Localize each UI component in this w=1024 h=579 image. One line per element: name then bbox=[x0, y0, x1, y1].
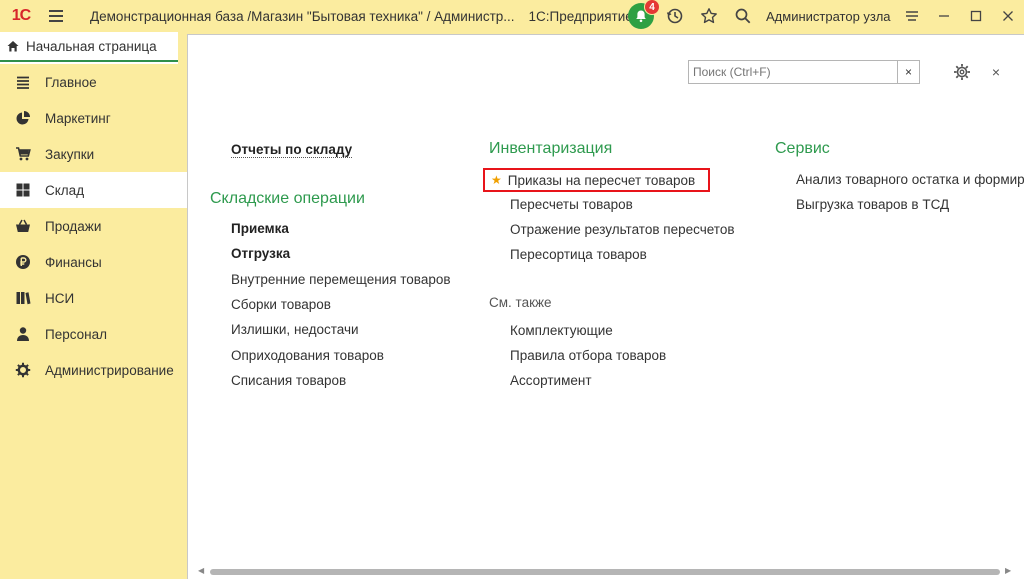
sidebar-item-label: Финансы bbox=[45, 254, 102, 270]
sidebar-item-finance[interactable]: Финансы bbox=[0, 244, 187, 280]
horizontal-scrollbar[interactable]: ◀ ▶ bbox=[188, 564, 1024, 578]
link-components[interactable]: Комплектующие bbox=[510, 323, 613, 338]
sidebar-item-label: Маркетинг bbox=[45, 110, 111, 126]
ruble-coin-icon bbox=[14, 253, 32, 271]
favorite-star-icon[interactable]: ★ bbox=[491, 173, 502, 187]
books-icon bbox=[14, 289, 32, 307]
link-recount-results[interactable]: Отражение результатов пересчетов bbox=[510, 222, 735, 237]
sidebar-item-label: Администрирование bbox=[45, 362, 174, 378]
home-icon bbox=[0, 39, 26, 53]
app-name: 1С:Предприятие bbox=[528, 8, 633, 24]
gear-icon bbox=[14, 361, 32, 379]
history-button[interactable] bbox=[658, 0, 692, 32]
link-goods-recounts[interactable]: Пересчеты товаров bbox=[510, 197, 633, 212]
favorites-button[interactable] bbox=[692, 0, 726, 32]
history-icon bbox=[666, 8, 683, 24]
settings-menu-button[interactable] bbox=[896, 0, 928, 32]
scroll-right-arrow-icon[interactable]: ▶ bbox=[1005, 566, 1011, 575]
group-title-warehouse-operations: Складские операции bbox=[210, 190, 365, 207]
link-stock-analysis[interactable]: Анализ товарного остатка и формиро bbox=[796, 172, 1024, 187]
close-icon bbox=[1003, 11, 1013, 21]
panel-settings-button[interactable] bbox=[951, 61, 973, 83]
link-selection-rules[interactable]: Правила отбора товаров bbox=[510, 348, 666, 363]
minimize-button[interactable] bbox=[928, 0, 960, 32]
app-logo[interactable]: 1С bbox=[0, 0, 42, 32]
search-box: × bbox=[688, 60, 920, 84]
link-surplus-shortage[interactable]: Излишки, недостачи bbox=[231, 322, 359, 337]
sidebar-item-label: Персонал bbox=[45, 326, 107, 342]
link-shipment[interactable]: Отгрузка bbox=[231, 246, 290, 261]
search-clear-button[interactable]: × bbox=[897, 61, 919, 83]
link-regrading[interactable]: Пересортица товаров bbox=[510, 247, 647, 262]
see-also-title: См. также bbox=[489, 295, 552, 310]
scrollbar-thumb[interactable] bbox=[210, 569, 1000, 575]
global-search-button[interactable] bbox=[726, 0, 760, 32]
tab-home-label: Начальная страница bbox=[26, 38, 157, 54]
search-input[interactable] bbox=[689, 61, 897, 83]
close-panel-button[interactable]: × bbox=[986, 61, 1006, 83]
settings-lines-icon bbox=[906, 11, 918, 21]
title-bar: 1С Демонстрационная база /Магазин "Бытов… bbox=[0, 0, 1024, 32]
sidebar-item-label: НСИ bbox=[45, 290, 75, 306]
group-title-inventory: Инвентаризация bbox=[489, 140, 613, 157]
sidebar-item-label: Закупки bbox=[45, 146, 95, 162]
basket-icon bbox=[14, 217, 32, 235]
sidebar-item-nsi[interactable]: НСИ bbox=[0, 280, 187, 316]
minimize-icon bbox=[939, 15, 949, 17]
link-assortment[interactable]: Ассортимент bbox=[510, 373, 592, 388]
pie-chart-icon bbox=[14, 109, 32, 127]
sidebar-item-label: Главное bbox=[45, 74, 97, 90]
cart-icon bbox=[14, 145, 32, 163]
link-recount-orders-label: Приказы на пересчет товаров bbox=[507, 172, 696, 188]
search-icon bbox=[735, 8, 751, 24]
sidebar-item-warehouse[interactable]: Склад bbox=[0, 172, 187, 208]
reports-by-warehouse-link[interactable]: Отчеты по складу bbox=[231, 142, 353, 158]
star-outline-icon bbox=[701, 8, 717, 24]
link-internal-transfers[interactable]: Внутренние перемещения товаров bbox=[231, 272, 451, 287]
scroll-left-arrow-icon[interactable]: ◀ bbox=[198, 566, 204, 575]
sidebar-item-administration[interactable]: Администрирование bbox=[0, 352, 187, 388]
sidebar-item-sales[interactable]: Продажи bbox=[0, 208, 187, 244]
person-icon bbox=[14, 325, 32, 343]
warehouse-grid-icon bbox=[14, 181, 32, 199]
window-title: Демонстрационная база /Магазин "Бытовая … bbox=[90, 8, 515, 24]
gear-icon bbox=[954, 64, 970, 80]
tab-home[interactable]: Начальная страница bbox=[0, 32, 178, 62]
list-icon bbox=[14, 73, 32, 91]
sidebar-item-personnel[interactable]: Персонал bbox=[0, 316, 187, 352]
close-window-button[interactable] bbox=[992, 0, 1024, 32]
current-user[interactable]: Администратор узла bbox=[766, 9, 891, 24]
bell-icon: 4 bbox=[628, 0, 660, 29]
sections-sidebar: Главное Маркетинг Закупки Склад Продажи … bbox=[0, 64, 187, 579]
sidebar-item-label: Продажи bbox=[45, 218, 102, 234]
link-receiving[interactable]: Приемка bbox=[231, 221, 289, 236]
link-recount-orders[interactable]: ★ Приказы на пересчет товаров bbox=[483, 168, 710, 192]
group-title-service: Сервис bbox=[775, 140, 830, 157]
link-assemblies[interactable]: Сборки товаров bbox=[231, 297, 331, 312]
warehouse-section-panel: × × Отчеты по складу Складские операции … bbox=[187, 34, 1024, 579]
maximize-icon bbox=[970, 10, 982, 22]
notifications-button[interactable]: 4 bbox=[624, 0, 660, 32]
link-goods-capitalization[interactable]: Оприходования товаров bbox=[231, 348, 384, 363]
sidebar-item-marketing[interactable]: Маркетинг bbox=[0, 100, 187, 136]
app-logo-text: 1С bbox=[11, 7, 31, 24]
sidebar-item-purchases[interactable]: Закупки bbox=[0, 136, 187, 172]
sidebar-item-label: Склад bbox=[45, 182, 85, 198]
link-export-to-tsd[interactable]: Выгрузка товаров в ТСД bbox=[796, 197, 949, 212]
main-menu-icon[interactable] bbox=[42, 0, 70, 32]
maximize-button[interactable] bbox=[960, 0, 992, 32]
link-goods-write-off[interactable]: Списания товаров bbox=[231, 373, 346, 388]
sidebar-item-main[interactable]: Главное bbox=[0, 64, 187, 100]
